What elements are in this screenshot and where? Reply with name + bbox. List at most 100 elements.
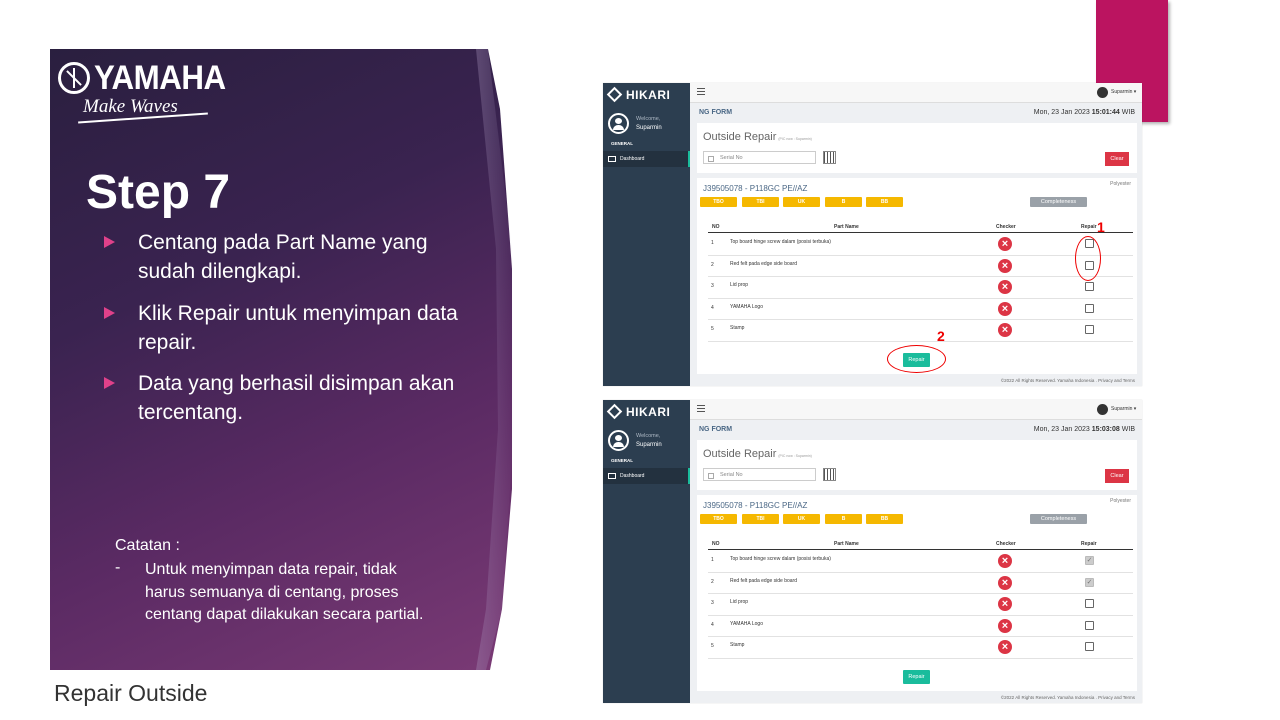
tag-tbi: TBI xyxy=(742,514,779,524)
completeness-button[interactable]: Completeness xyxy=(1030,197,1087,207)
brand-label: HIKARI xyxy=(626,405,671,419)
part-name: Red felt pada edge side board xyxy=(730,260,797,267)
table-row: 4 YAMAHA Logo × xyxy=(708,298,1133,320)
part-name: Top board hinge screw dalam (posisi terb… xyxy=(730,239,831,245)
tag-tbo: TBO xyxy=(700,197,737,207)
checker-x-icon: × xyxy=(998,258,1012,273)
tag-tbo: TBO xyxy=(700,514,737,524)
row-number: 2 xyxy=(711,578,714,585)
checker-x-icon: × xyxy=(998,554,1012,568)
table-row: 5 Stamp × xyxy=(708,319,1133,342)
hikari-logo-icon xyxy=(606,403,623,420)
material-label: Polyester xyxy=(1110,181,1131,187)
menu-icon[interactable] xyxy=(697,405,705,406)
menu-icon[interactable] xyxy=(697,88,705,89)
serial-placeholder: Serial No xyxy=(720,472,743,478)
user-menu[interactable]: Suparmin ▾ xyxy=(1111,89,1136,95)
hikari-logo-icon xyxy=(606,86,623,103)
slide-caption: Repair Outside xyxy=(54,680,208,706)
part-name: Top board hinge screw dalam (posisi terb… xyxy=(730,556,831,562)
sidebar: HIKARI Welcome, Suparmin GENERAL Dashboa… xyxy=(603,83,690,386)
sidebar: HIKARI Welcome, Suparmin GENERAL Dashboa… xyxy=(603,400,690,703)
tag-tbi: TBI xyxy=(742,197,779,207)
completeness-button[interactable]: Completeness xyxy=(1030,514,1087,524)
table-row: 3 Lid prop × xyxy=(708,593,1133,616)
table-header: NO Part Name Checker Repair xyxy=(708,538,1133,550)
note-text: Untuk menyimpan data repair, tidak harus… xyxy=(145,561,424,623)
row-number: 3 xyxy=(711,600,714,606)
repair-checkbox[interactable] xyxy=(1085,303,1094,313)
col-no: NO xyxy=(712,541,720,547)
row-number: 4 xyxy=(711,304,714,311)
bullet-arrow-icon xyxy=(104,377,123,389)
footer-text: ©2022 All Rights Reserved. Yamaha Indone… xyxy=(1000,695,1135,700)
part-name: YAMAHA Logo xyxy=(730,303,763,310)
logo-brand: YAMAHA xyxy=(94,59,226,97)
clear-button[interactable]: Clear xyxy=(1105,152,1129,166)
repair-checkbox[interactable]: ✓ xyxy=(1085,556,1094,565)
bullet-arrow-icon xyxy=(104,307,123,319)
qr-scan-icon[interactable] xyxy=(823,151,836,164)
col-repair: Repair xyxy=(1081,224,1097,230)
serial-input[interactable]: Serial No xyxy=(703,151,816,164)
annotation-number-1: 1 xyxy=(1097,219,1105,235)
sidebar-item-dashboard[interactable]: Dashboard xyxy=(603,151,690,167)
page-heading: Outside Repair (PIC now : Suparmin) xyxy=(703,448,812,460)
welcome-text: Welcome, xyxy=(636,433,661,439)
serial-input[interactable]: Serial No xyxy=(703,468,816,481)
brand-label: HIKARI xyxy=(626,88,671,102)
app-screenshot: HIKARI Welcome, Suparmin GENERAL Dashboa… xyxy=(603,400,1142,703)
checker-x-icon: × xyxy=(998,237,1012,251)
repair-checkbox[interactable] xyxy=(1085,599,1094,608)
col-checker: Checker xyxy=(996,541,1016,547)
repair-checkbox[interactable]: ✓ xyxy=(1085,577,1094,587)
table-header: NO Part Name Checker Repair xyxy=(708,221,1133,233)
nav-section-label: GENERAL xyxy=(611,458,634,463)
repair-checkbox[interactable] xyxy=(1085,620,1094,630)
user-menu[interactable]: Suparmin ▾ xyxy=(1111,406,1136,412)
repair-checkbox[interactable] xyxy=(1085,282,1094,291)
timezone: WIB xyxy=(1121,109,1135,116)
bullet-arrow-icon xyxy=(104,236,123,248)
row-number: 4 xyxy=(711,621,714,628)
repair-checkbox[interactable] xyxy=(1085,325,1094,334)
part-name: Lid prop xyxy=(730,282,749,288)
part-name: YAMAHA Logo xyxy=(730,620,763,627)
repair-button[interactable]: Repair xyxy=(903,670,930,684)
part-name: Lid prop xyxy=(730,599,749,605)
sidebar-item-dashboard[interactable]: Dashboard xyxy=(603,468,690,484)
tag-b: B xyxy=(825,197,862,207)
app-screenshot: HIKARI Welcome, Suparmin GENERAL Dashboa… xyxy=(603,83,1142,386)
table-row: 4 YAMAHA Logo × xyxy=(708,615,1133,637)
repair-card: J39505078 - P118GC PE//AZ Polyester TBO … xyxy=(697,495,1137,691)
monitor-icon xyxy=(608,156,616,162)
checker-x-icon: × xyxy=(998,301,1012,316)
monitor-icon xyxy=(608,473,616,479)
order-number: J39505078 - P118GC PE//AZ xyxy=(703,184,808,193)
date: Mon, 23 Jan 2023 xyxy=(1033,109,1090,116)
part-name: Stamp xyxy=(730,325,745,331)
table-row: 2 Red felt pada edge side board × xyxy=(708,255,1133,277)
qr-scan-icon[interactable] xyxy=(823,468,836,481)
repair-checkbox[interactable] xyxy=(1085,642,1094,651)
datetime: Mon, 23 Jan 2023 15:03:08 WIB xyxy=(1034,426,1135,433)
nav-section-label: GENERAL xyxy=(611,141,634,146)
sidebar-item-label: Dashboard xyxy=(620,473,645,479)
page-heading-text: Outside Repair xyxy=(703,131,777,143)
user-icon[interactable] xyxy=(1097,87,1108,98)
clear-button[interactable]: Clear xyxy=(1105,469,1129,483)
checker-x-icon: × xyxy=(998,323,1012,337)
row-number: 1 xyxy=(711,557,714,563)
annotation-circle-repair-button xyxy=(887,345,946,373)
timezone: WIB xyxy=(1121,426,1135,433)
date: Mon, 23 Jan 2023 xyxy=(1033,426,1090,433)
page-subheading: (PIC now : Suparmin) xyxy=(778,454,812,458)
tag-b: B xyxy=(825,514,862,524)
user-avatar-icon xyxy=(608,113,629,134)
welcome-text: Welcome, xyxy=(636,116,661,122)
col-checker: Checker xyxy=(996,224,1016,230)
footer: ©2022 All Rights Reserved. Yamaha Indone… xyxy=(690,691,1142,703)
tag-bb: BB xyxy=(866,197,903,207)
form-title: NG FORM xyxy=(699,426,733,433)
user-icon[interactable] xyxy=(1097,404,1108,415)
